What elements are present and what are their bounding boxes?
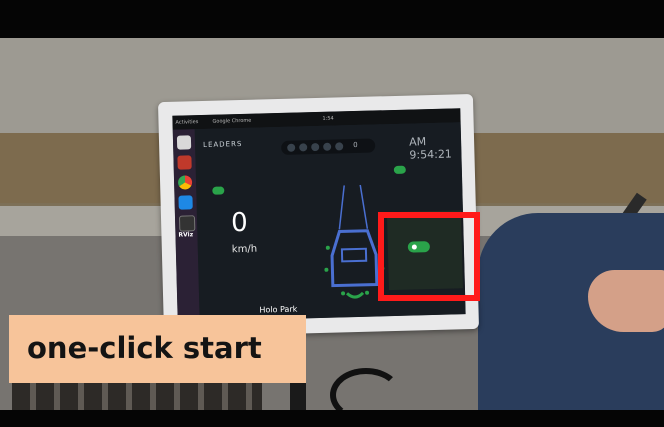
- video-frame: Activities Google Chrome 1:54 RViz LEADE…: [0, 0, 664, 427]
- chrome-icon[interactable]: [177, 175, 193, 190]
- speed-value: 0: [230, 207, 249, 239]
- files-icon[interactable]: [176, 135, 192, 150]
- rviz-icon[interactable]: RViz: [178, 231, 193, 238]
- top-letterbox: [0, 0, 664, 38]
- highlight-box: [378, 212, 480, 301]
- caption-box: one-click start: [9, 315, 306, 383]
- person-hand: [588, 270, 664, 332]
- status-pill: [212, 186, 225, 195]
- caption-text: one-click start: [27, 331, 262, 365]
- brand-logo: LEADERS: [203, 139, 243, 149]
- activities-label[interactable]: Activities: [175, 119, 198, 126]
- terminal-red-icon[interactable]: [177, 155, 192, 170]
- right-status-pill: [393, 165, 406, 175]
- topbar-clock: 1:54: [322, 115, 334, 122]
- app-menu-label[interactable]: Google Chrome: [212, 118, 251, 125]
- dots-count: 0: [353, 140, 358, 150]
- location-label: Holo Park: [259, 304, 298, 315]
- status-dots: 0: [281, 138, 376, 155]
- vscode-icon[interactable]: [178, 195, 193, 210]
- bottom-letterbox: [0, 410, 664, 427]
- terminal-icon[interactable]: [178, 215, 196, 232]
- clock-display: AM 9:54:21: [408, 135, 453, 162]
- speed-unit: km/h: [231, 243, 258, 256]
